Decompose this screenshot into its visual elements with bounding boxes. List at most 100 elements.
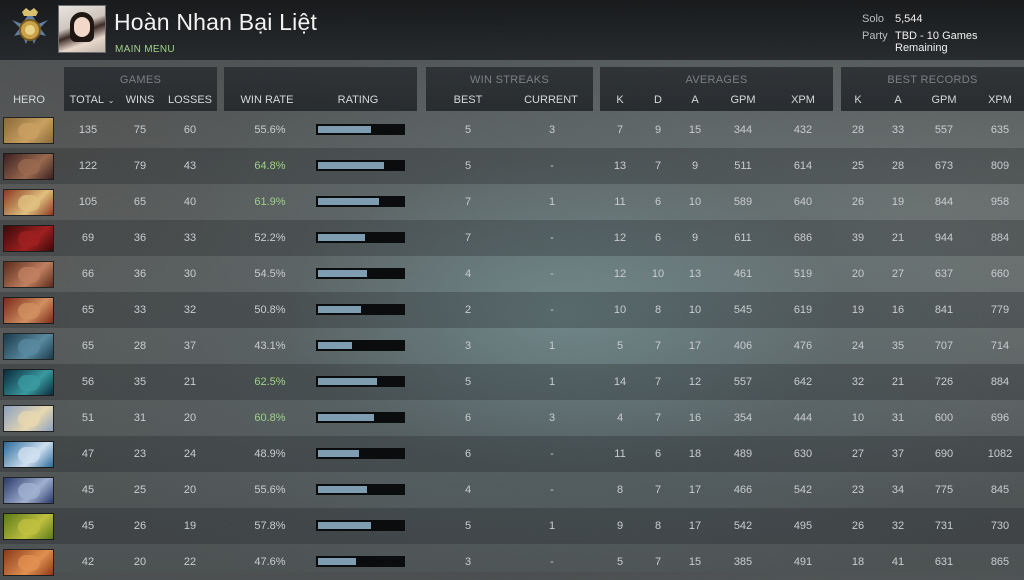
- hero-portrait[interactable]: [3, 333, 54, 360]
- cell-win-rate: 47.6%: [254, 556, 286, 568]
- cell-losses: 40: [183, 196, 197, 208]
- hero-portrait[interactable]: [3, 441, 54, 468]
- hero-portrait[interactable]: [3, 225, 54, 252]
- table-row[interactable]: 45 26 19 57.8% 5 1 9 8 17 542 495 26 32 731 730: [0, 508, 1024, 544]
- column-header-avg-assists[interactable]: A: [680, 94, 710, 106]
- cell-losses: 20: [183, 412, 197, 424]
- cell-avg-deaths: 8: [654, 304, 662, 316]
- hero-portrait[interactable]: [3, 405, 54, 432]
- table-row[interactable]: 65 33 32 50.8% 2 - 10 8 10 545 619 19 16 841 779: [0, 292, 1024, 328]
- column-header-total[interactable]: TOTAL ⌄: [66, 94, 118, 106]
- cell-avg-gpm: 545: [733, 304, 753, 316]
- main-menu-link[interactable]: MAIN MENU: [115, 44, 175, 55]
- cell-best-streak: 3: [464, 556, 472, 568]
- column-header-best-kills[interactable]: K: [843, 94, 873, 106]
- cell-losses: 19: [183, 520, 197, 532]
- cell-total: 42: [81, 556, 95, 568]
- hero-portrait[interactable]: [3, 477, 54, 504]
- hero-portrait[interactable]: [3, 513, 54, 540]
- cell-avg-xpm: 495: [793, 520, 813, 532]
- cell-current-streak: 1: [548, 340, 556, 352]
- cell-best-kills: 24: [851, 340, 865, 352]
- cell-best-streak: 5: [464, 520, 472, 532]
- cell-avg-deaths: 7: [654, 412, 662, 424]
- cell-avg-gpm: 511: [734, 160, 752, 172]
- cell-avg-xpm: 686: [793, 232, 813, 244]
- cell-avg-assists: 9: [691, 232, 699, 244]
- table-row[interactable]: 69 36 33 52.2% 7-12 6 9 611 686 39 21 944 884: [0, 220, 1024, 256]
- cell-total: 69: [81, 232, 95, 244]
- hero-portrait[interactable]: [3, 153, 54, 180]
- table-row[interactable]: 105 65 40 61.9% 7 1 11 6 10 589 640 26 19 844 958: [0, 184, 1024, 220]
- cell-best-kills: 19: [851, 304, 865, 316]
- rating-bar-fill: [318, 198, 379, 205]
- rating-bar: [316, 556, 405, 567]
- cell-avg-assists: 17: [688, 484, 702, 496]
- cell-best-streak: 6: [464, 412, 472, 424]
- cell-current-streak: -: [550, 556, 554, 568]
- cell-avg-kills: 8: [616, 484, 624, 496]
- column-header-rating[interactable]: RATING: [322, 94, 394, 106]
- column-header-win-rate[interactable]: WIN RATE: [234, 94, 300, 106]
- cell-losses: 22: [183, 556, 197, 568]
- column-header-best-gpm[interactable]: GPM: [924, 94, 964, 106]
- table-row[interactable]: 42 20 22 47.6% 3 - 5 7 15 385 491 18 41 631 865: [0, 544, 1024, 580]
- rating-bar-fill: [318, 306, 361, 313]
- cell-wins: 79: [133, 160, 147, 172]
- cell-best-gpm: 707: [934, 340, 954, 352]
- column-header-best-streak[interactable]: BEST: [443, 94, 493, 106]
- table-row[interactable]: 47 23 24 48.9% 6 - 11 6 18 489 630 27 37 690 1082: [0, 436, 1024, 472]
- table-row[interactable]: 135 75 60 55.6% 5 3 7 9 15 344 432 28 33 557 635: [0, 112, 1024, 148]
- column-header-avg-deaths[interactable]: D: [643, 94, 673, 106]
- cell-win-rate: 60.8%: [254, 412, 286, 424]
- cell-avg-assists: 15: [688, 124, 702, 136]
- column-header-avg-kills[interactable]: K: [605, 94, 635, 106]
- cell-win-rate: 64.8%: [254, 160, 286, 172]
- cell-avg-xpm: 619: [793, 304, 813, 316]
- player-avatar[interactable]: [58, 5, 106, 53]
- table-row[interactable]: 56 35 21 62.5% 5 1 14 7 12 557 642 32 21 726 884: [0, 364, 1024, 400]
- cell-current-streak: -: [550, 484, 554, 496]
- column-header-wins[interactable]: WINS: [116, 94, 164, 106]
- column-header-hero[interactable]: HERO: [4, 94, 54, 106]
- cell-win-rate: 43.1%: [254, 340, 286, 352]
- cell-best-assists: 41: [891, 556, 905, 568]
- cell-best-kills: 32: [851, 376, 865, 388]
- cell-losses: 43: [183, 160, 197, 172]
- column-header-current-streak[interactable]: CURRENT: [518, 94, 584, 106]
- hero-portrait[interactable]: [3, 261, 54, 288]
- cell-best-kills: 20: [851, 268, 865, 280]
- table-row[interactable]: 65 28 37 43.1% 3 1 5 7 17 406 476 24 35 707 714: [0, 328, 1024, 364]
- party-mmr: TBD - 10 Games Remaining: [895, 30, 978, 54]
- column-header-best-assists[interactable]: A: [883, 94, 913, 106]
- column-header-best-xpm[interactable]: XPM: [980, 94, 1020, 106]
- rating-bar-fill: [318, 450, 359, 457]
- cell-best-assists: 28: [891, 160, 905, 172]
- hero-portrait[interactable]: [3, 369, 54, 396]
- cell-current-streak: -: [550, 448, 554, 460]
- cell-best-gpm: 944: [934, 232, 954, 244]
- rating-bar-fill: [318, 126, 371, 133]
- cell-best-assists: 35: [891, 340, 905, 352]
- cell-current-streak: 1: [548, 376, 556, 388]
- hero-portrait[interactable]: [3, 189, 54, 216]
- table-row[interactable]: 66 36 30 54.5% 4 - 12 10 13 461 519 20 27 637 660: [0, 256, 1024, 292]
- hero-portrait[interactable]: [3, 117, 54, 144]
- column-header-avg-xpm[interactable]: XPM: [783, 94, 823, 106]
- cell-win-rate: 52.2%: [254, 232, 286, 244]
- cell-avg-assists: 9: [691, 160, 699, 172]
- cell-best-xpm: 1082: [987, 448, 1013, 460]
- cell-best-gpm: 775: [934, 484, 954, 496]
- rating-bar: [316, 232, 405, 243]
- games-group-title: GAMES: [119, 74, 162, 86]
- cell-best-xpm: 884: [990, 232, 1010, 244]
- table-row[interactable]: 51 31 20 60.8% 6 3 4 7 16 354 444 10 31 600 696: [0, 400, 1024, 436]
- cell-avg-gpm: 461: [733, 268, 753, 280]
- table-row[interactable]: 45 25 20 55.6% 4 - 8 7 17 466 542 23 34 775 845: [0, 472, 1024, 508]
- table-row[interactable]: 122 79 43 64.8% 5-13 7 9 511 614 25 28 673 809: [0, 148, 1024, 184]
- column-header-avg-gpm[interactable]: GPM: [723, 94, 763, 106]
- cell-best-gpm: 731: [934, 520, 954, 532]
- column-header-losses[interactable]: LOSSES: [164, 94, 216, 106]
- hero-portrait[interactable]: [3, 297, 54, 324]
- cell-best-streak: 2: [464, 304, 472, 316]
